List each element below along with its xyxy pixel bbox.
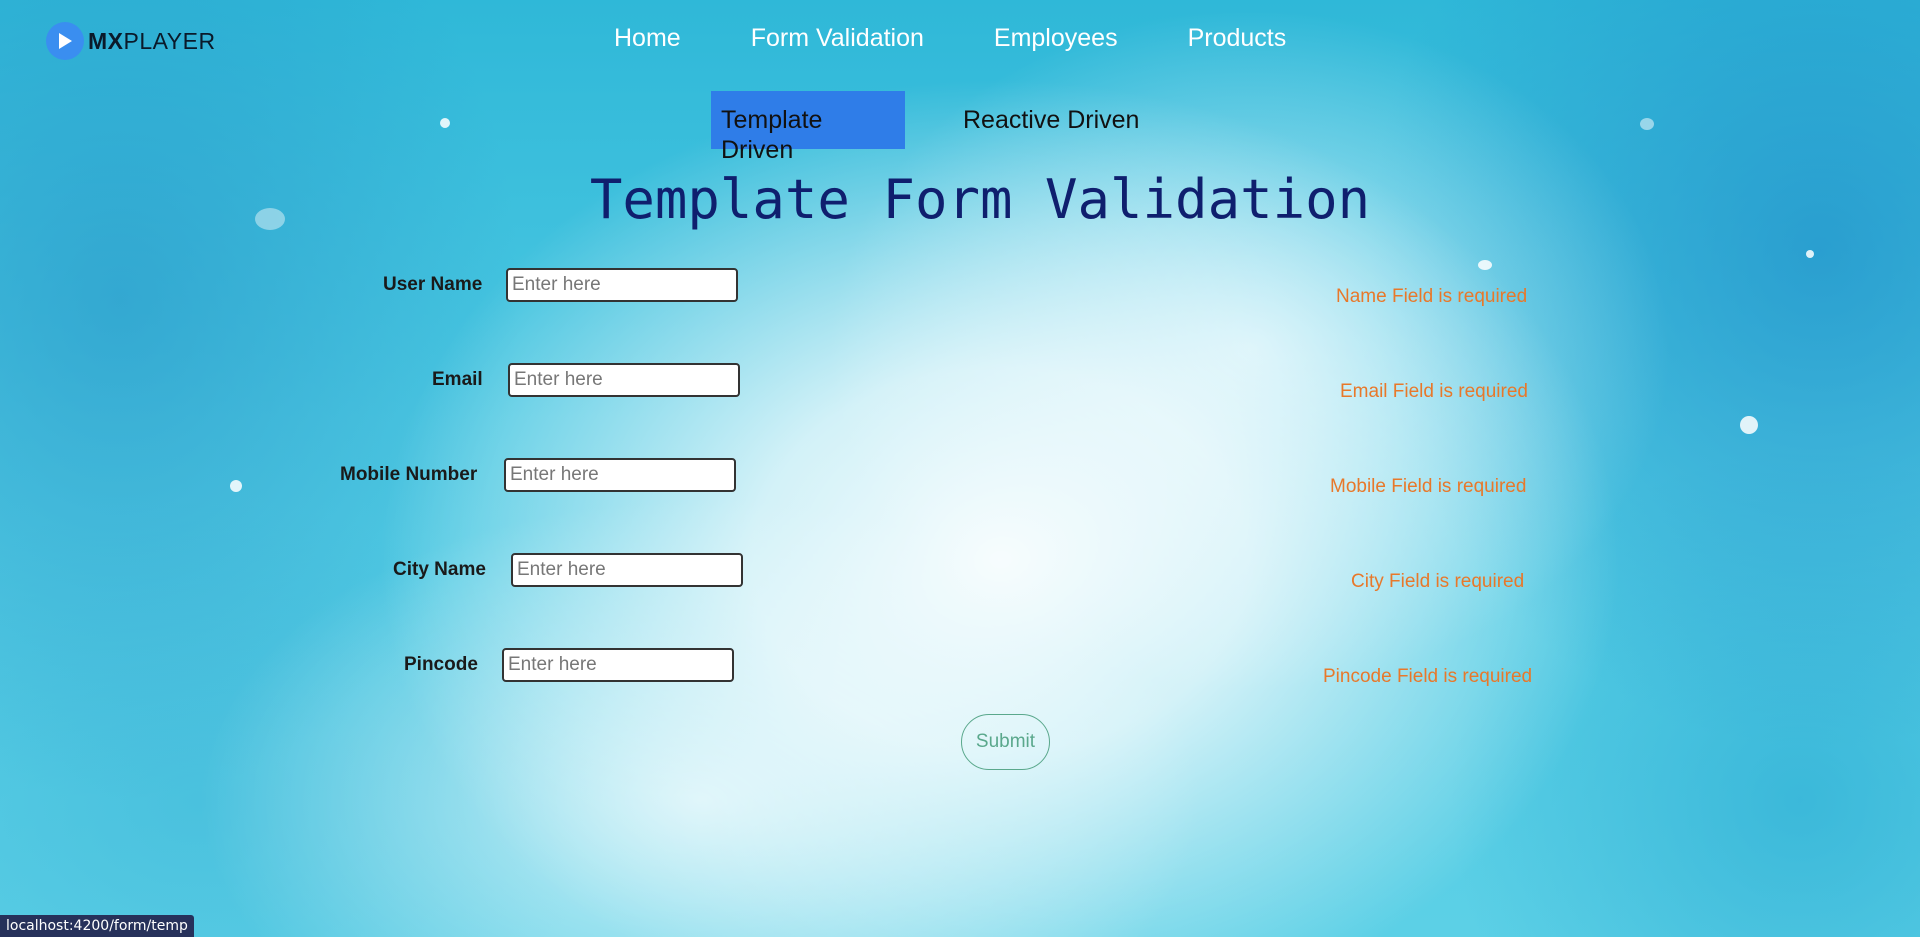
username-error: Name Field is required [1336, 286, 1528, 307]
status-url: localhost:4200/form/temp [0, 915, 194, 937]
submit-button[interactable]: Submit [961, 714, 1050, 770]
logo-text: MXPLAYER [88, 27, 216, 54]
email-input[interactable] [508, 363, 740, 397]
decor-speck [1806, 250, 1814, 258]
email-error: Email Field is required [1340, 381, 1528, 402]
pincode-label: Pincode [404, 654, 478, 675]
pincode-error: Pincode Field is required [1323, 666, 1533, 687]
decor-speck [1640, 118, 1654, 130]
mobile-label: Mobile Number [340, 464, 478, 485]
main-nav: Home Form Validation Employees Products [614, 24, 1356, 53]
city-error: City Field is required [1351, 571, 1525, 592]
tab-reactive-driven[interactable]: Reactive Driven [953, 92, 1149, 149]
decor-speck [440, 118, 450, 128]
page-title: Template Form Validation [589, 168, 1371, 231]
city-input[interactable] [511, 553, 743, 587]
pincode-input[interactable] [502, 648, 734, 682]
decor-speck [230, 480, 242, 492]
form-type-tabs: Template Driven Reactive Driven [711, 91, 1149, 164]
nav-form-validation[interactable]: Form Validation [751, 24, 924, 53]
mobile-error: Mobile Field is required [1330, 476, 1527, 497]
app-logo[interactable]: MXPLAYER [46, 22, 216, 60]
username-input[interactable] [506, 268, 738, 302]
nav-employees[interactable]: Employees [994, 24, 1118, 53]
play-icon [46, 22, 84, 60]
tab-template-driven[interactable]: Template Driven [711, 91, 905, 164]
decor-speck [1478, 260, 1492, 270]
email-label: Email [432, 369, 483, 390]
city-label: City Name [393, 559, 486, 580]
decor-speck [1740, 416, 1758, 434]
mobile-input[interactable] [504, 458, 736, 492]
nav-home[interactable]: Home [614, 24, 681, 53]
username-label: User Name [383, 274, 483, 295]
nav-products[interactable]: Products [1188, 24, 1287, 53]
